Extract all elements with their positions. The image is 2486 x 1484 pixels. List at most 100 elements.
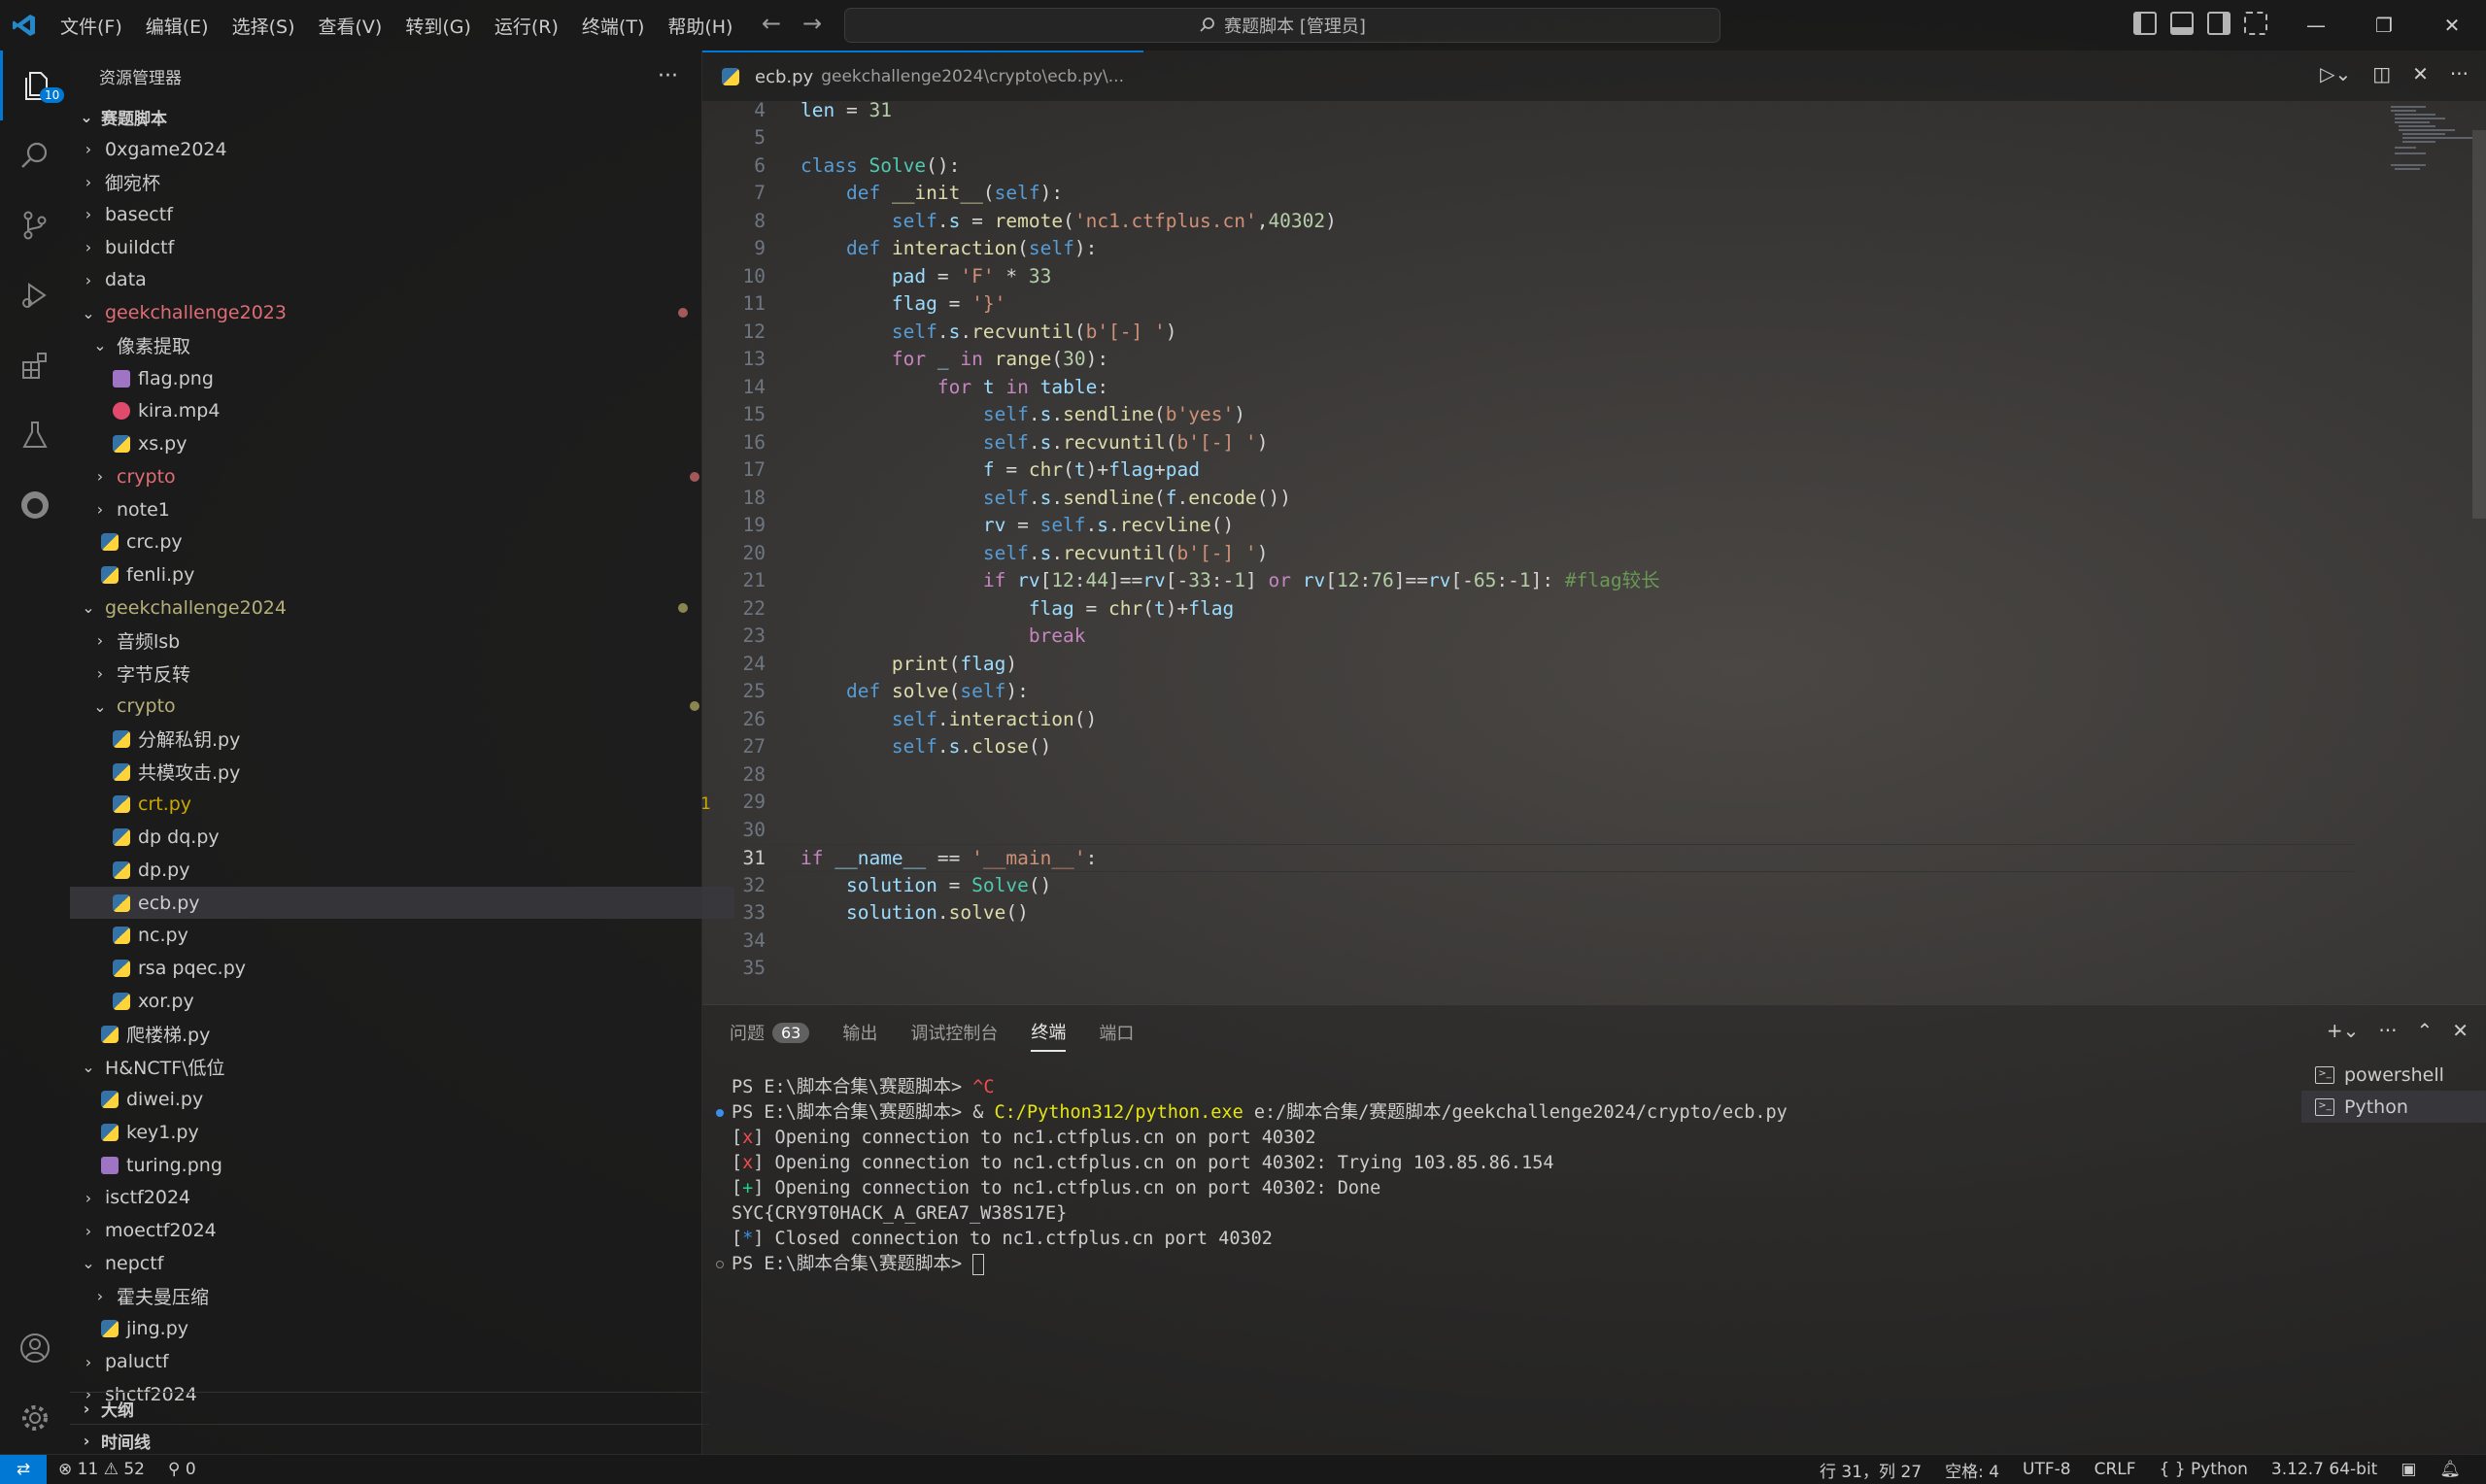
layout-status-icon[interactable]: ▣ <box>2389 1460 2428 1479</box>
tree-folder[interactable]: › isctf2024 <box>70 1182 711 1214</box>
tab-ecb-py[interactable]: ecb.py geekchallenge2024\crypto\ecb.py\.… <box>702 51 1143 101</box>
minimize-icon[interactable]: — <box>2282 0 2350 51</box>
tree-folder[interactable]: › basectf <box>70 198 711 230</box>
toggle-primary-sidebar-icon[interactable] <box>2133 12 2157 35</box>
tree-file[interactable]: 分解私钥.py <box>70 723 734 755</box>
search-view-icon[interactable] <box>0 120 70 190</box>
menu-terminal[interactable]: 终端(T) <box>570 13 656 39</box>
tree-file[interactable]: nc.py <box>70 920 734 952</box>
tab-problems[interactable]: 问题 63 <box>730 1019 810 1052</box>
github-icon[interactable] <box>0 470 70 540</box>
tree-folder[interactable]: › crypto <box>70 460 723 492</box>
tree-folder[interactable]: ⌄ nepctf <box>70 1247 711 1279</box>
encoding[interactable]: UTF-8 <box>2011 1460 2083 1479</box>
tree-folder[interactable]: › 字节反转 <box>70 658 723 690</box>
settings-gear-icon[interactable] <box>0 1383 70 1453</box>
restore-icon[interactable]: ❐ <box>2350 0 2418 51</box>
tree-folder[interactable]: ⌄ crypto <box>70 691 723 723</box>
tree-file[interactable]: dp dq.py <box>70 822 734 854</box>
tree-folder[interactable]: › 音频lsb <box>70 624 723 657</box>
tree-folder[interactable]: ⌄ geekchallenge2024 <box>70 591 711 624</box>
run-debug-icon[interactable] <box>0 260 70 330</box>
tree-folder[interactable]: › 0xgame2024 <box>70 133 711 165</box>
tree-file[interactable]: flag.png <box>70 362 734 394</box>
indentation[interactable]: 空格: 4 <box>1933 1458 2011 1482</box>
close-panel-icon[interactable]: ✕ <box>2452 1019 2469 1042</box>
tree-folder[interactable]: › 霍夫曼压缩 <box>70 1280 723 1312</box>
tree-file[interactable]: turing.png <box>70 1149 723 1181</box>
command-center-search[interactable]: 赛题脚本 [管理员] <box>844 8 1720 43</box>
tree-folder[interactable]: ⌄ geekchallenge2023 <box>70 297 711 329</box>
run-file-icon[interactable]: ▷⌄ <box>2320 62 2351 85</box>
remote-indicator-icon[interactable]: ⇄ <box>0 1455 47 1484</box>
terminal-item-python[interactable]: >_ Python <box>2301 1091 2486 1123</box>
tree-file[interactable]: xs.py <box>70 428 734 460</box>
account-icon[interactable] <box>0 1313 70 1383</box>
split-editor-icon[interactable]: ◫ <box>2372 62 2391 85</box>
ports-status[interactable]: ⚲ 0 <box>156 1460 208 1479</box>
menu-help[interactable]: 帮助(H) <box>656 13 744 39</box>
panel-more-icon[interactable]: ··· <box>2378 1019 2397 1042</box>
tree-folder[interactable]: ⌄ H&NCTF\低位 <box>70 1051 711 1083</box>
menu-view[interactable]: 查看(V) <box>307 13 394 39</box>
tree-file[interactable]: fenli.py <box>70 559 723 591</box>
toggle-secondary-sidebar-icon[interactable] <box>2207 12 2231 35</box>
tab-ports[interactable]: 端口 <box>1099 1019 1134 1052</box>
menu-go[interactable]: 转到(G) <box>393 13 483 39</box>
customize-layout-icon[interactable] <box>2244 12 2267 35</box>
tree-file[interactable]: key1.py <box>70 1116 723 1148</box>
extensions-icon[interactable] <box>0 330 70 400</box>
tree-file[interactable]: rsa pqec.py <box>70 953 734 985</box>
tab-debug-console[interactable]: 调试控制台 <box>910 1019 998 1052</box>
cursor-position[interactable]: 行 31，列 27 <box>1808 1458 1933 1482</box>
python-interpreter[interactable]: 3.12.7 64-bit <box>2260 1460 2389 1479</box>
outline-section[interactable]: › 大纲 <box>70 1392 709 1425</box>
testing-flask-icon[interactable] <box>0 400 70 470</box>
menu-run[interactable]: 运行(R) <box>483 13 570 39</box>
menu-edit[interactable]: 编辑(E) <box>134 13 221 39</box>
tab-output[interactable]: 输出 <box>842 1019 877 1052</box>
menu-selection[interactable]: 选择(S) <box>221 13 307 39</box>
tree-folder[interactable]: › moectf2024 <box>70 1215 711 1247</box>
problems-status[interactable]: ⊗ 11 ⚠ 52 <box>47 1460 156 1479</box>
menu-file[interactable]: 文件(F) <box>49 13 134 39</box>
tree-file[interactable]: 共模攻击.py <box>70 756 734 788</box>
tree-folder[interactable]: ⌄ 像素提取 <box>70 329 723 361</box>
tree-folder[interactable]: › note1 <box>70 493 723 525</box>
source-control-icon[interactable] <box>0 190 70 260</box>
workspace-root[interactable]: ⌄ 赛题脚本 <box>70 101 709 133</box>
explorer-icon[interactable]: 10 <box>0 51 70 120</box>
timeline-section[interactable]: › 时间线 <box>70 1424 709 1457</box>
minimap[interactable] <box>2387 101 2474 218</box>
terminal-output[interactable]: PS E:\脚本合集\赛题脚本> ^C PS E:\脚本合集\赛题脚本> & C… <box>716 1075 2266 1277</box>
tree-folder[interactable]: › 御宛杯 <box>70 166 711 198</box>
tree-file[interactable]: dp.py <box>70 854 734 886</box>
tree-file[interactable]: diwei.py <box>70 1084 723 1116</box>
back-arrow-icon[interactable]: ← <box>758 10 785 37</box>
new-terminal-icon[interactable]: +⌄ <box>2327 1019 2360 1042</box>
tree-file[interactable]: crc.py <box>70 526 723 558</box>
editor-scrollbar[interactable] <box>2472 130 2486 519</box>
tree-file[interactable]: kira.mp4 <box>70 395 734 427</box>
tree-file[interactable]: xor.py <box>70 985 734 1017</box>
tree-folder[interactable]: › data <box>70 264 711 296</box>
end-of-line[interactable]: CRLF <box>2083 1460 2148 1479</box>
tree-file[interactable]: jing.py <box>70 1313 723 1345</box>
tab-terminal[interactable]: 终端 <box>1031 1019 1067 1052</box>
code-editor[interactable]: 4 len = 31 5 6 class Solve(): 7 def __init__(… <box>702 101 2486 1004</box>
editor-more-icon[interactable]: ··· <box>2450 62 2469 85</box>
forward-arrow-icon[interactable]: → <box>799 10 826 37</box>
more-actions-icon[interactable]: ··· <box>658 64 678 88</box>
tree-folder[interactable]: › buildctf <box>70 231 711 263</box>
tree-file[interactable]: ecb.py <box>70 887 734 920</box>
tree-folder[interactable]: › paluctf <box>70 1346 711 1378</box>
close-editor-icon[interactable]: ✕ <box>2412 62 2429 85</box>
toggle-panel-icon[interactable] <box>2170 12 2194 35</box>
tree-file[interactable]: crt.py 1 <box>70 789 734 821</box>
close-window-icon[interactable]: ✕ <box>2418 0 2486 51</box>
tree-file[interactable]: 爬楼梯.py <box>70 1018 723 1050</box>
notifications-bell-icon[interactable]: 🔔︎ <box>2428 1460 2472 1479</box>
terminal-item-powershell[interactable]: >_ powershell <box>2301 1059 2486 1091</box>
maximize-panel-icon[interactable]: ⌃ <box>2416 1019 2433 1042</box>
language-mode[interactable]: { } Python <box>2148 1460 2260 1479</box>
